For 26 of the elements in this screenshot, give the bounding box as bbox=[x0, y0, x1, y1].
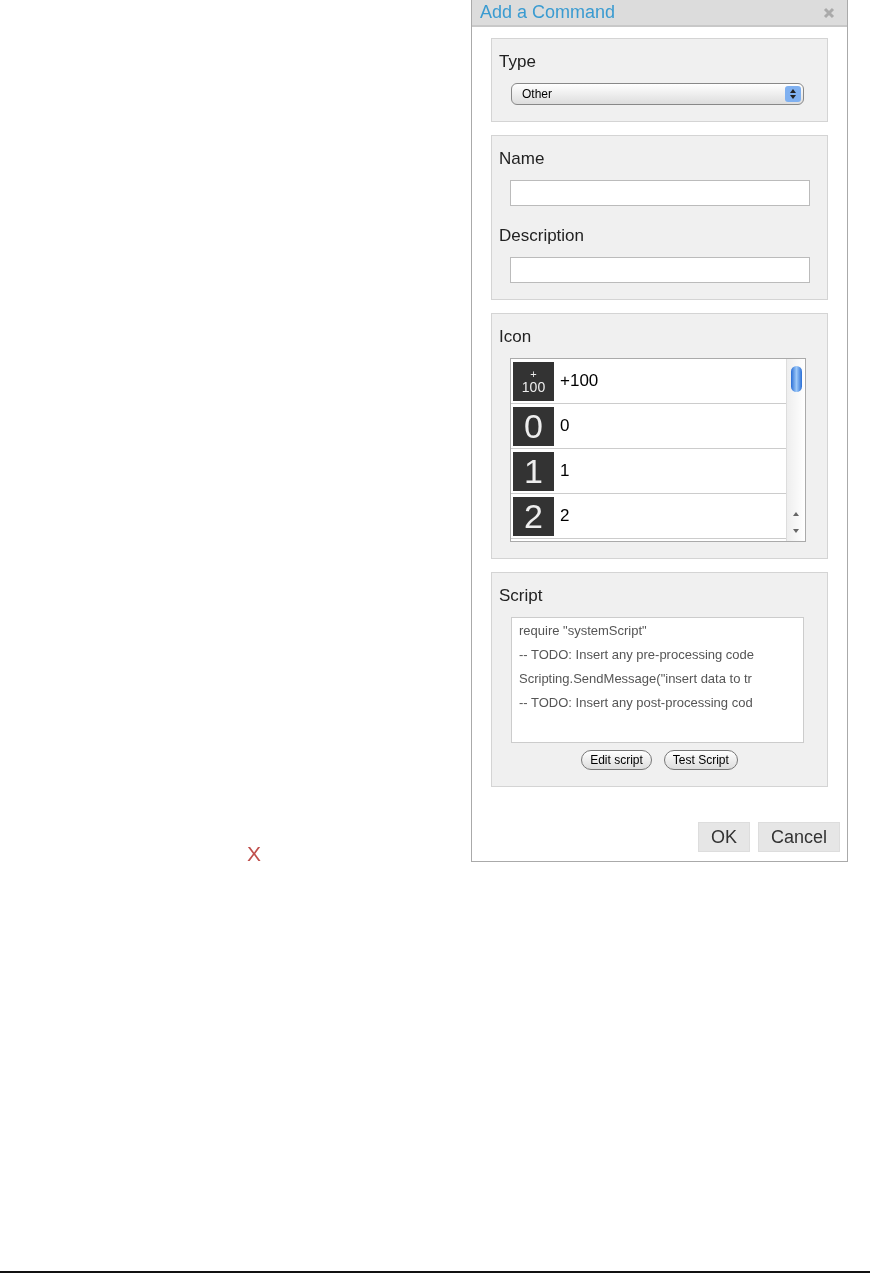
number-tile-icon: 0 bbox=[513, 406, 554, 446]
icon-list-item[interactable]: 0 0 bbox=[511, 404, 786, 449]
number-tile-icon: 2 bbox=[513, 496, 554, 536]
icon-list-item[interactable]: 1 1 bbox=[511, 449, 786, 494]
script-label: Script bbox=[499, 586, 544, 606]
icon-list-item[interactable]: 2 2 bbox=[511, 494, 786, 539]
scroll-thumb[interactable] bbox=[790, 366, 802, 392]
stepper-arrows-icon[interactable] bbox=[785, 86, 801, 102]
type-select[interactable]: Other bbox=[511, 83, 804, 105]
description-field[interactable] bbox=[510, 257, 810, 283]
script-editor[interactable]: require "systemScript" -- TODO: Insert any pre-processing code Scripting.SendMessage("insert data to tr -- TODO: Insert any post-processing cod bbox=[511, 617, 804, 743]
number-tile-icon: 1 bbox=[513, 451, 554, 491]
x-mark: X bbox=[247, 842, 261, 865]
script-button[interactable]: Test Script bbox=[663, 750, 738, 770]
icon-label: Icon bbox=[499, 327, 533, 347]
description-label: Description bbox=[499, 226, 586, 246]
number-tile-icon: + 100 bbox=[513, 361, 554, 401]
scrollbar[interactable] bbox=[786, 359, 805, 541]
type-label: Type bbox=[499, 52, 537, 72]
name-label: Name bbox=[499, 149, 546, 169]
icon-list-item[interactable]: + 100 +100 bbox=[511, 359, 786, 404]
cancel-button[interactable]: Cancel bbox=[757, 822, 840, 852]
script-button[interactable]: Edit script bbox=[581, 750, 652, 770]
name-field[interactable] bbox=[510, 180, 810, 206]
dialog-title: Add a Command bbox=[480, 2, 616, 23]
ok-button[interactable]: OK bbox=[697, 822, 750, 852]
